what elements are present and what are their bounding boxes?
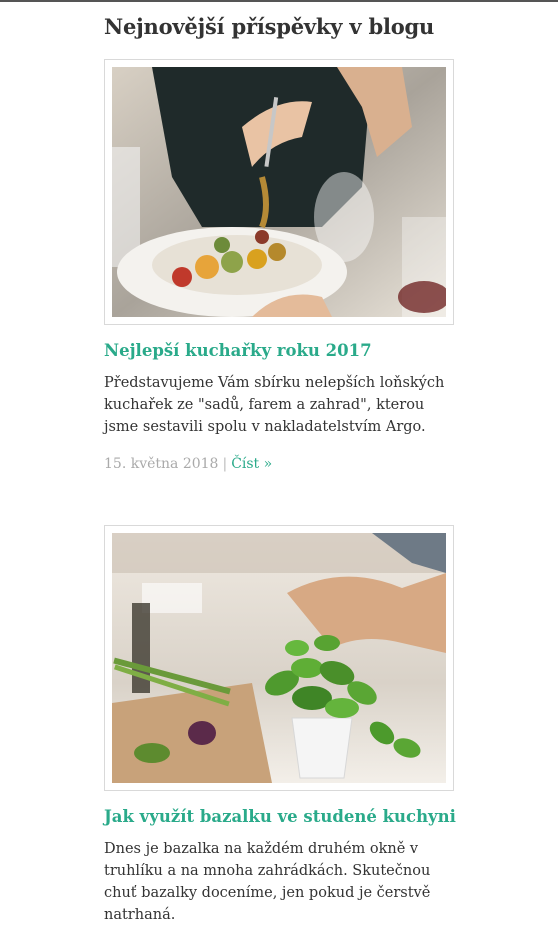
meta-separator: |: [222, 456, 228, 472]
post-title-link[interactable]: Nejlepší kuchařky roku 2017: [104, 341, 456, 360]
post-date: 15. května 2018: [104, 456, 219, 472]
read-more-link[interactable]: Číst »: [231, 456, 272, 472]
post-title-link[interactable]: Jak využít bazalku ve studené kuchyni: [104, 807, 456, 826]
basil-pot-photo-icon: [112, 533, 446, 783]
blog-post-card: Jak využít bazalku ve studené kuchyni Dn…: [104, 525, 456, 926]
post-excerpt: Dnes je bazalka na každém druhém okně v …: [104, 841, 431, 923]
blog-post-card: Nejlepší kuchařky roku 2017 Představujem…: [104, 59, 456, 472]
post-image[interactable]: [104, 525, 454, 791]
food-plate-photo-icon: [112, 67, 446, 317]
post-excerpt: Představujeme Vám sbírku nelepších loňsk…: [104, 375, 445, 435]
post-image[interactable]: [104, 59, 454, 325]
post-meta: 15. května 2018 | Číst »: [104, 456, 456, 472]
section-title: Nejnovější příspěvky v blogu: [104, 14, 435, 39]
top-border: [0, 0, 558, 2]
